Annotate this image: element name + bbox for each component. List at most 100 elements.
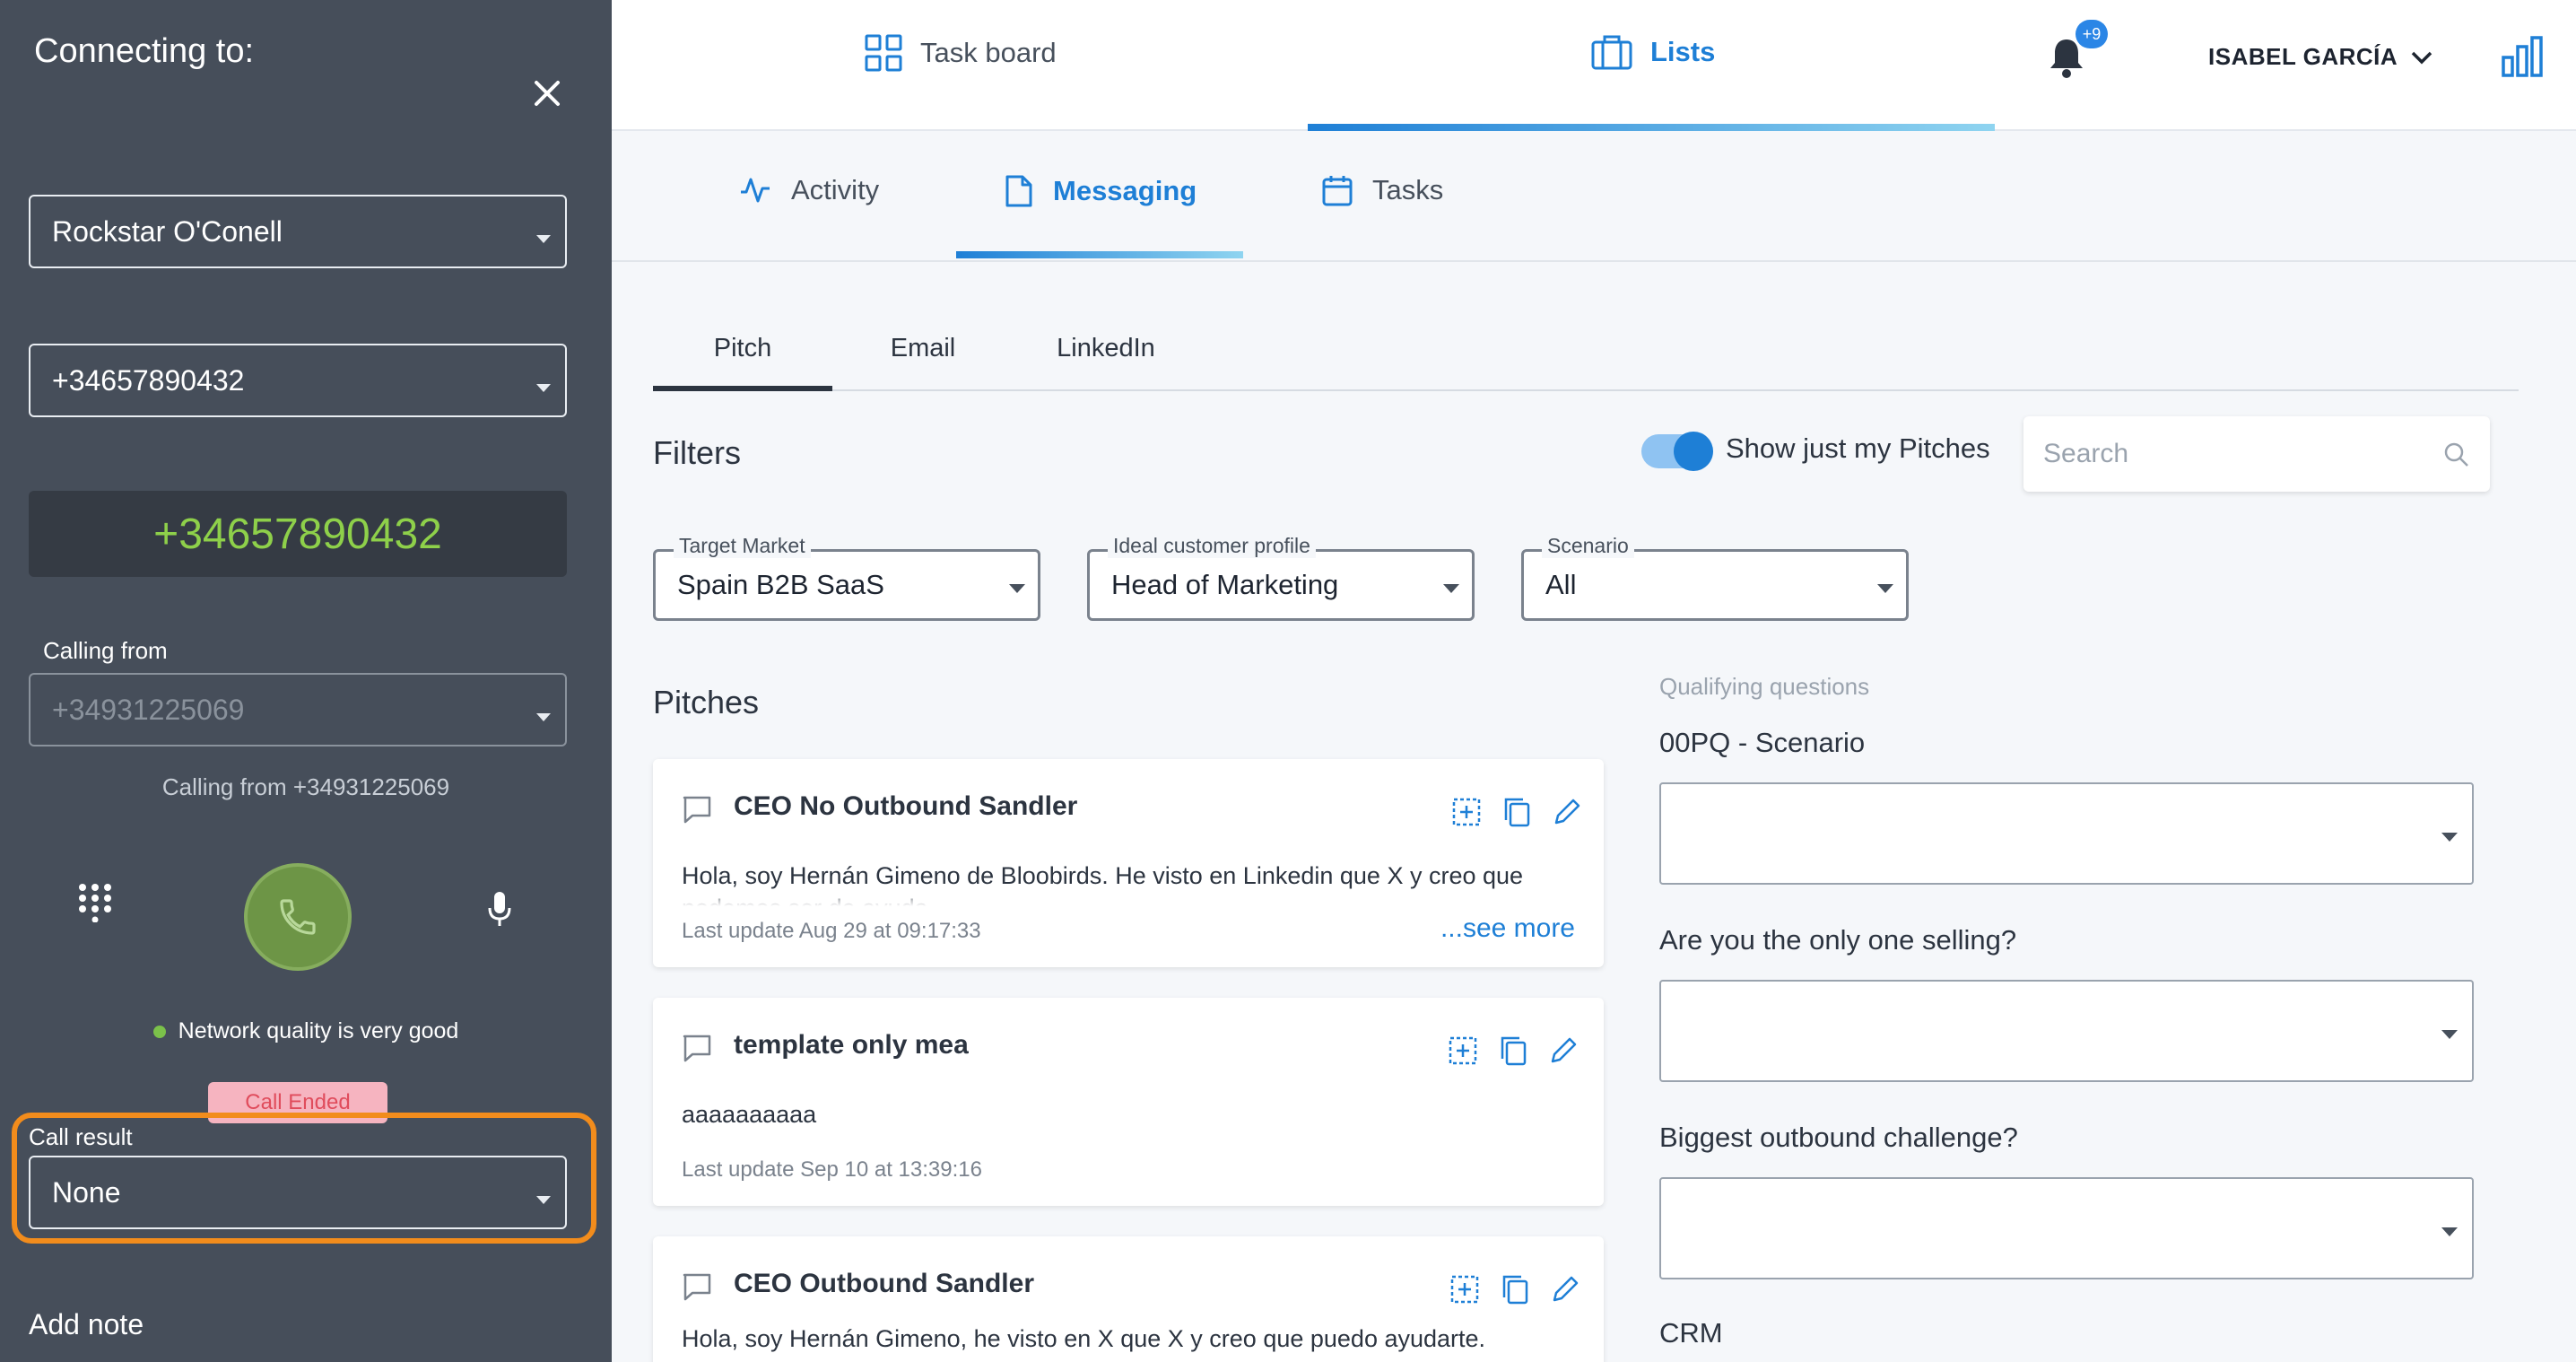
contact-select-value: Rockstar O'Conell <box>52 214 283 248</box>
pitch-body: Hola, soy Hernán Gimeno, he visto en X q… <box>682 1325 1486 1352</box>
icp-value: Head of Marketing <box>1111 569 1339 600</box>
tab-messaging-label: Messaging <box>1053 175 1197 206</box>
pitch-name: CEO No Outbound Sandler <box>734 791 1078 821</box>
document-icon <box>1005 175 1032 207</box>
insert-icon[interactable] <box>1448 1035 1478 1066</box>
qq-label: Biggest outbound challenge? <box>1659 1122 2018 1153</box>
target-market-select[interactable]: Target Market Spain B2B SaaS <box>653 534 1040 621</box>
tab-email[interactable]: Email <box>856 327 990 389</box>
pitch-actions <box>1448 1035 1579 1066</box>
keypad-icon[interactable] <box>77 883 113 922</box>
tab-linkedin[interactable]: LinkedIn <box>1030 327 1182 389</box>
pitch-body: aaaaaaaaaa <box>682 1101 817 1128</box>
qualifying-questions-title: Qualifying questions <box>1659 673 1870 700</box>
pitch-body: Hola, soy Hernán Gimeno de Bloobirds. He… <box>682 862 1524 906</box>
phone-select[interactable]: +34657890432 <box>29 344 567 417</box>
call-result-select[interactable]: None <box>29 1156 567 1229</box>
search-input[interactable]: Search <box>2023 416 2490 492</box>
status-dot-icon <box>152 1025 166 1038</box>
calendar-icon <box>1322 176 1353 206</box>
copy-icon[interactable] <box>1500 1274 1530 1305</box>
activity-icon <box>741 178 770 203</box>
close-icon[interactable] <box>527 74 567 113</box>
edit-icon[interactable] <box>1552 797 1582 827</box>
dialer-panel: Connecting to: Rockstar O'Conell +346578… <box>0 0 612 1362</box>
tab-messaging[interactable]: Messaging <box>1005 174 1197 208</box>
qq-select[interactable] <box>1659 782 2474 885</box>
insert-icon[interactable] <box>1451 797 1482 827</box>
briefcase-icon <box>1591 35 1632 70</box>
user-name: ISABEL GARCÍA <box>2208 43 2398 70</box>
chat-icon <box>683 796 711 824</box>
call-button[interactable] <box>244 863 352 971</box>
calling-from-select[interactable]: +34931225069 <box>29 673 567 746</box>
call-result-value: None <box>52 1175 121 1209</box>
chevron-down-icon <box>536 384 551 392</box>
chevron-down-icon <box>1009 584 1025 593</box>
phone-select-value: +34657890432 <box>52 363 245 397</box>
pitches-title: Pitches <box>653 684 760 720</box>
nav-task-board[interactable]: Task board <box>865 34 1057 72</box>
pitch-updated: Last update Sep 10 at 13:39:16 <box>682 1157 982 1182</box>
chevron-down-icon <box>536 1196 551 1204</box>
chevron-down-icon <box>536 713 551 721</box>
chevron-down-icon <box>2411 51 2432 64</box>
pitch-name: CEO Outbound Sandler <box>734 1269 1034 1298</box>
pitch-actions <box>1451 797 1582 827</box>
edit-icon[interactable] <box>1550 1274 1580 1305</box>
qq-select[interactable] <box>1659 980 2474 1082</box>
nav-lists-label: Lists <box>1650 36 1716 67</box>
target-market-label: Target Market <box>674 534 811 558</box>
tab-activity[interactable]: Activity <box>739 174 879 206</box>
icp-label: Ideal customer profile <box>1108 534 1316 558</box>
chevron-down-icon <box>1443 584 1459 593</box>
filters-title: Filters <box>653 434 741 471</box>
microphone-icon[interactable] <box>486 890 513 930</box>
calling-from-label: Calling from <box>43 637 168 664</box>
notification-badge: +9 <box>2076 20 2108 48</box>
network-quality: Network quality is very good <box>0 1018 612 1044</box>
chevron-down-icon <box>2441 1030 2458 1039</box>
chat-icon <box>683 1273 711 1301</box>
add-note-label[interactable]: Add note <box>29 1308 144 1341</box>
pitch-actions <box>1449 1274 1580 1305</box>
tab-activity-label: Activity <box>791 174 880 205</box>
target-market-value: Spain B2B SaaS <box>677 569 884 600</box>
nav-task-board-label: Task board <box>920 37 1057 68</box>
tab-pitch[interactable]: Pitch <box>653 327 832 391</box>
pitch-card[interactable]: template only mea aaaaaaaaaa Last update… <box>653 998 1604 1206</box>
messaging-main: Pitch Email LinkedIn Filters Show just m… <box>612 262 2576 1362</box>
nav-lists[interactable]: Lists <box>1591 34 1715 70</box>
insert-icon[interactable] <box>1449 1274 1480 1305</box>
template-tabs: Pitch Email LinkedIn <box>653 327 2519 391</box>
qq-select[interactable] <box>1659 1177 2474 1279</box>
icp-select[interactable]: Ideal customer profile Head of Marketing <box>1087 534 1475 621</box>
top-nav: Task board Lists +9 ISABEL GARCÍA <box>612 0 2576 131</box>
search-placeholder: Search <box>2043 439 2129 468</box>
copy-icon[interactable] <box>1501 797 1532 827</box>
dialed-number: +34657890432 <box>29 491 567 577</box>
chevron-down-icon <box>2441 1227 2458 1236</box>
tab-tasks[interactable]: Tasks <box>1322 174 1443 206</box>
calling-from-caption: Calling from +34931225069 <box>161 773 450 800</box>
pitch-card[interactable]: CEO No Outbound Sandler Hola, soy Hernán… <box>653 759 1604 967</box>
pitch-card[interactable]: CEO Outbound Sandler Hola, soy Hernán Gi… <box>653 1236 1604 1362</box>
contact-select[interactable]: Rockstar O'Conell <box>29 195 567 268</box>
user-menu[interactable]: ISABEL GARCÍA <box>2208 43 2433 71</box>
tab-tasks-label: Tasks <box>1372 174 1444 205</box>
qq-label: Are you the only one selling? <box>1659 924 2017 956</box>
phone-icon <box>280 899 316 935</box>
network-quality-text: Network quality is very good <box>178 1018 459 1043</box>
chevron-down-icon <box>1877 584 1893 593</box>
pitch-name: template only mea <box>734 1030 969 1060</box>
edit-icon[interactable] <box>1548 1035 1579 1066</box>
bar-chart-icon[interactable] <box>2501 36 2544 77</box>
pitch-updated: Last update Aug 29 at 09:17:33 <box>682 919 981 943</box>
grid-icon <box>865 34 902 72</box>
scenario-label: Scenario <box>1542 534 1634 558</box>
nav-active-indicator <box>1308 124 1995 131</box>
scenario-select[interactable]: Scenario All <box>1521 534 1909 621</box>
copy-icon[interactable] <box>1498 1035 1528 1066</box>
show-my-pitches-toggle[interactable] <box>1641 432 1713 471</box>
see-more-link[interactable]: ...see more <box>1440 913 1575 944</box>
